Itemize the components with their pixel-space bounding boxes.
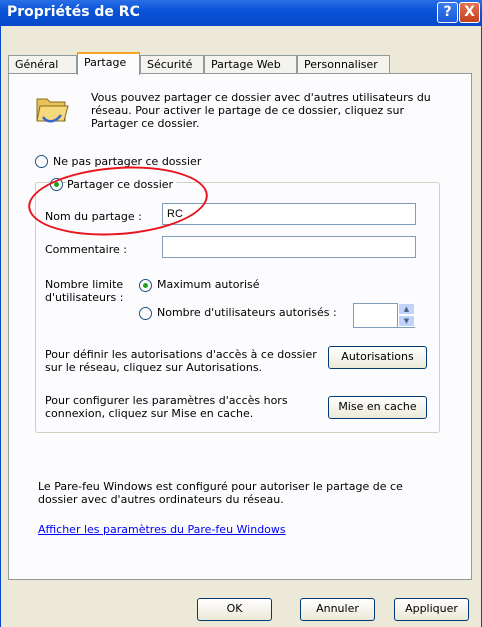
title-bar: Propriétés de RC ? X — [0, 0, 482, 26]
folder-share-icon — [36, 98, 69, 123]
user-limit-label-1: Nombre limite — [45, 278, 124, 291]
close-button[interactable]: X — [459, 2, 480, 23]
cache-text: Pour configurer les paramètres d'accès h… — [45, 394, 288, 420]
user-limit-label-2: d'utilisateurs : — [45, 291, 124, 304]
ok-button[interactable]: OK — [197, 598, 272, 621]
allowed-users-label[interactable]: Nombre d'utilisateurs autorisés : — [157, 306, 337, 319]
help-icon: ? — [443, 4, 452, 20]
spin-down-icon[interactable]: ▼ — [398, 315, 415, 327]
allowed-users-radio[interactable] — [139, 307, 152, 320]
firewall-settings-link[interactable]: Afficher les paramètres du Pare-feu Wind… — [38, 523, 286, 536]
tab-general[interactable]: Général — [8, 55, 77, 74]
comment-field[interactable] — [162, 236, 416, 258]
tab-label: Général — [15, 58, 59, 71]
permissions-text: Pour définir les autorisations d'accès à… — [45, 348, 317, 374]
max-allowed-radio[interactable] — [139, 279, 152, 292]
tab-label: Partage — [84, 56, 127, 69]
window-title: Propriétés de RC — [7, 4, 140, 20]
tab-web-sharing[interactable]: Partage Web — [204, 55, 297, 74]
help-button[interactable]: ? — [437, 2, 458, 23]
cancel-button[interactable]: Annuler — [300, 598, 375, 621]
firewall-text: Le Pare-feu Windows est configuré pour a… — [38, 480, 403, 506]
max-allowed-label[interactable]: Maximum autorisé — [157, 278, 260, 291]
comment-label: Commentaire : — [45, 243, 127, 256]
tab-sharing[interactable]: Partage — [77, 52, 140, 75]
cache-button[interactable]: Mise en cache — [328, 396, 427, 419]
intro-text: Vous pouvez partager ce dossier avec d'a… — [91, 91, 431, 130]
tab-label: Personnaliser — [304, 58, 378, 71]
tab-label: Partage Web — [211, 58, 281, 71]
no-share-radio[interactable] — [35, 155, 48, 168]
allowed-users-spinner[interactable]: ▲ ▼ — [397, 303, 415, 328]
tab-label: Sécurité — [147, 58, 193, 71]
tab-security[interactable]: Sécurité — [140, 55, 204, 74]
permissions-button[interactable]: Autorisations — [328, 346, 427, 369]
apply-button[interactable]: Appliquer — [394, 598, 469, 621]
close-icon: X — [464, 4, 475, 20]
tab-customize[interactable]: Personnaliser — [297, 55, 390, 74]
spin-up-icon[interactable]: ▲ — [398, 303, 415, 315]
